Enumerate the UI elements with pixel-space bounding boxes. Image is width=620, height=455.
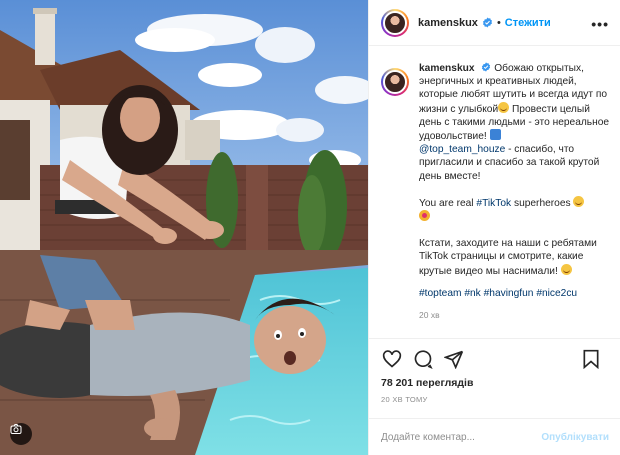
username-link[interactable]: kamenskux (418, 17, 478, 29)
comment-form: Опублікувати (369, 418, 620, 455)
post-timestamp: 20 ХВ ТОМУ (381, 395, 428, 404)
post-side-panel: kamenskux • Стежити ••• kamenskux Обожаю… (368, 0, 620, 455)
post-photo (0, 0, 368, 455)
mention-link[interactable]: @top_team_houze (419, 144, 505, 155)
separator-dot: • (496, 16, 501, 29)
hashtag-link[interactable]: #havingfun (484, 288, 534, 299)
avatar[interactable] (381, 8, 409, 37)
caption-timestamp: 20 хв (419, 310, 440, 321)
caption-username[interactable]: kamenskux (419, 63, 475, 74)
verified-badge-icon (481, 62, 491, 72)
publish-button[interactable]: Опублікувати (541, 432, 609, 443)
caption-line: superheroes (511, 197, 574, 209)
paper-plane-icon[interactable] (443, 348, 465, 370)
views-count[interactable]: 78 201 переглядів (381, 377, 473, 389)
hashtag-link[interactable]: #nice2cu (536, 288, 577, 299)
caption-line: You are real (419, 197, 477, 209)
hashtag-link[interactable]: #nk (464, 288, 480, 299)
hashtag-link[interactable]: #TikTok (476, 198, 511, 209)
caption-avatar[interactable] (381, 68, 409, 96)
more-options-icon[interactable]: ••• (591, 16, 609, 32)
camera-button[interactable] (10, 423, 32, 445)
smiling-face-emoji-icon (498, 101, 510, 113)
blue-emoji-icon (489, 129, 501, 141)
post-caption: kamenskux Обожаю открытых, энергичных и … (381, 62, 613, 322)
comment-icon[interactable] (412, 348, 434, 370)
heart-icon[interactable] (381, 348, 403, 370)
bookmark-icon[interactable] (580, 348, 602, 370)
post-header: kamenskux • Стежити ••• (369, 0, 620, 46)
hashtag-link[interactable]: #topteam (419, 288, 461, 299)
caption-text: kamenskux Обожаю открытых, энергичных и … (419, 62, 613, 322)
comment-input[interactable] (381, 431, 542, 443)
winking-face-emoji-icon (560, 263, 572, 275)
follow-button[interactable]: Стежити (505, 17, 551, 29)
post-media[interactable] (0, 0, 368, 455)
post-actions (369, 338, 620, 378)
heart-eyes-emoji-icon (419, 210, 430, 222)
grinning-face-emoji-icon (573, 195, 585, 207)
verified-badge-icon (482, 17, 493, 28)
